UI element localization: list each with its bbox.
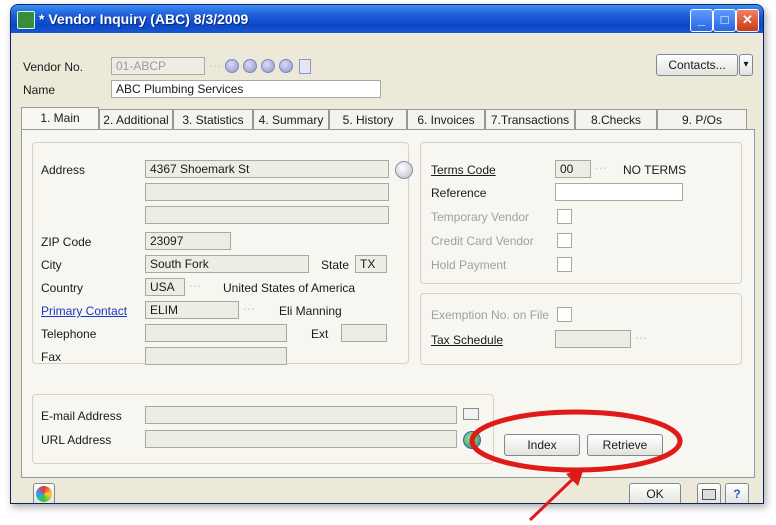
highlight-annotation bbox=[469, 409, 683, 522]
highlight-arrow-shaft bbox=[528, 472, 580, 522]
highlight-circle bbox=[469, 409, 683, 473]
